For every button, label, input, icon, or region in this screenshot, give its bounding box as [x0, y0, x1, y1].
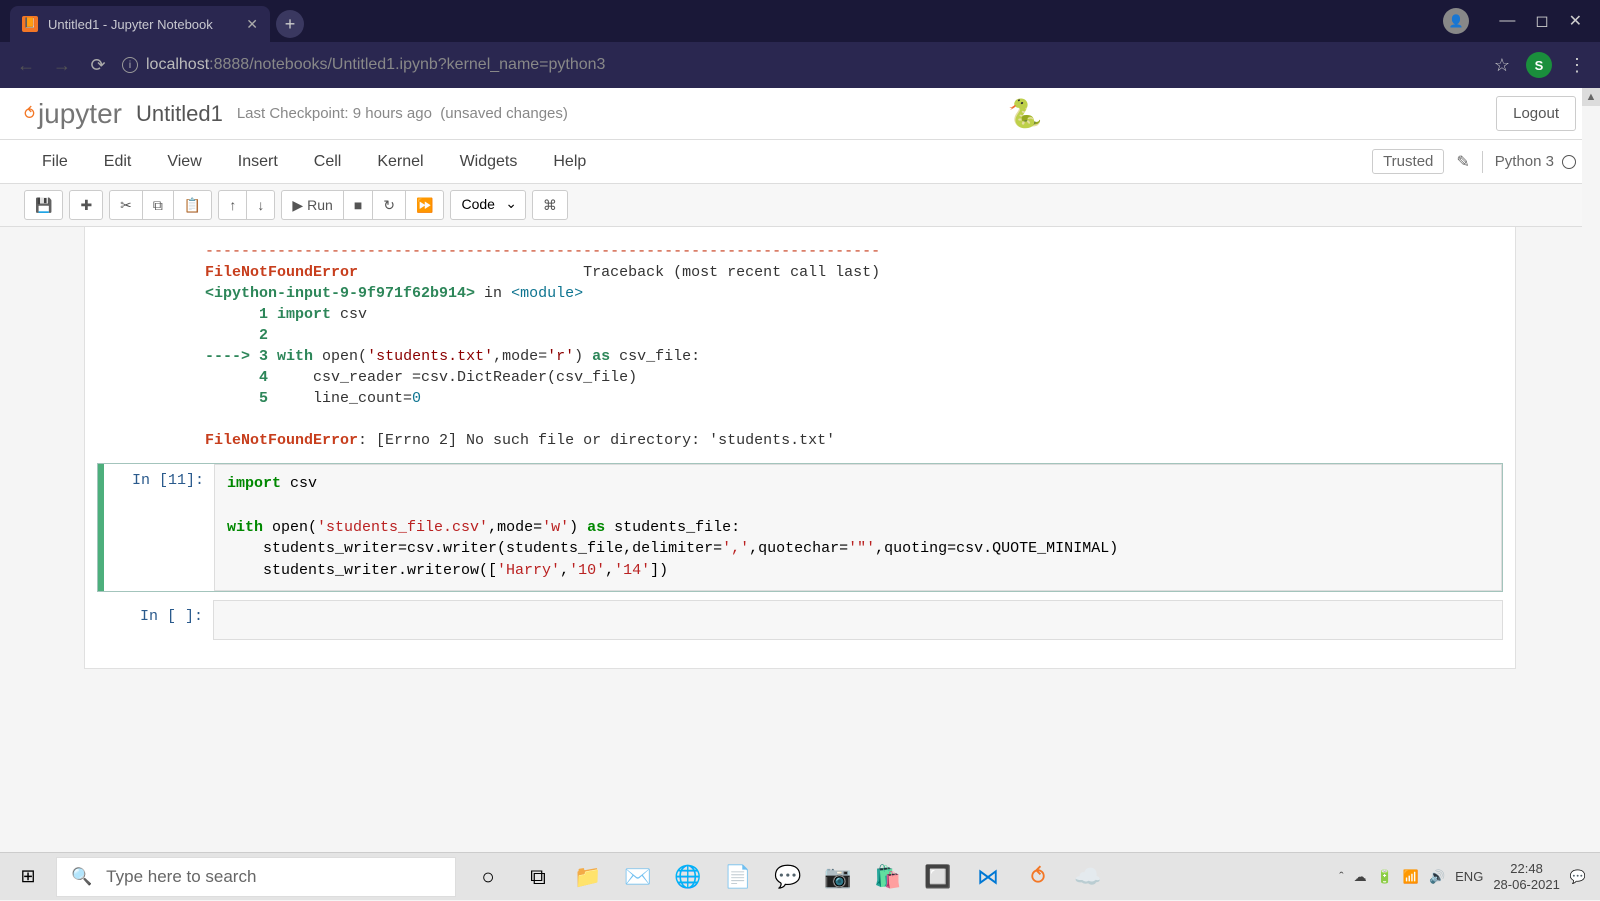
- menu-edit[interactable]: Edit: [86, 153, 150, 171]
- jupyter-logo[interactable]: ⥀ jupyter: [24, 98, 122, 130]
- save-button[interactable]: 💾: [24, 190, 63, 220]
- app-icon[interactable]: 🔲: [916, 855, 960, 899]
- menu-bar: File Edit View Insert Cell Kernel Widget…: [0, 140, 1600, 184]
- menu-cell[interactable]: Cell: [296, 153, 360, 171]
- window-controls: 👤 — ◻ ✕: [1425, 0, 1600, 42]
- file-explorer-icon[interactable]: 📁: [566, 855, 610, 899]
- edit-metadata-icon[interactable]: ✎: [1456, 152, 1469, 172]
- volume-icon[interactable]: 🔊: [1429, 869, 1445, 885]
- weather-icon[interactable]: ☁️: [1066, 855, 1110, 899]
- code-cell-11[interactable]: In [11]: import csv with open('students_…: [97, 463, 1503, 592]
- onedrive-icon[interactable]: ☁: [1354, 869, 1367, 885]
- notebook-area: ----------------------------------------…: [84, 227, 1516, 669]
- wifi-icon[interactable]: 📶: [1403, 869, 1419, 885]
- browser-tab[interactable]: Untitled1 - Jupyter Notebook ✕: [10, 6, 270, 42]
- command-palette-button[interactable]: ⌘: [532, 190, 568, 220]
- url-field[interactable]: i localhost:8888/notebooks/Untitled1.ipy…: [122, 56, 1482, 74]
- camera-icon[interactable]: 📷: [816, 855, 860, 899]
- menu-file[interactable]: File: [24, 153, 86, 171]
- code-input[interactable]: import csv with open('students_file.csv'…: [214, 464, 1502, 591]
- notebook-title[interactable]: Untitled1: [136, 101, 223, 127]
- scrollbar[interactable]: ▲: [1582, 88, 1600, 852]
- address-bar: ← → ⟳ i localhost:8888/notebooks/Untitle…: [0, 42, 1600, 88]
- profile-badge[interactable]: S: [1526, 52, 1552, 78]
- error-output: ----------------------------------------…: [85, 237, 1515, 455]
- clock[interactable]: 22:48 28-06-2021: [1493, 861, 1560, 892]
- jupyter-header: ⥀ jupyter Untitled1 Last Checkpoint: 9 h…: [0, 88, 1600, 140]
- cortana-icon[interactable]: ○: [466, 855, 510, 899]
- new-tab-button[interactable]: +: [276, 10, 304, 38]
- menu-insert[interactable]: Insert: [220, 153, 296, 171]
- vscode-icon[interactable]: ⋈: [966, 855, 1010, 899]
- language-indicator[interactable]: ENG: [1455, 869, 1483, 884]
- bookmark-icon[interactable]: ☆: [1494, 55, 1510, 76]
- close-tab-icon[interactable]: ✕: [246, 16, 258, 33]
- browser-tab-strip: Untitled1 - Jupyter Notebook ✕ + 👤 — ◻ ✕: [0, 0, 1600, 42]
- restart-run-all-button[interactable]: ⏩: [405, 190, 444, 220]
- back-button[interactable]: ←: [14, 55, 38, 76]
- windows-taskbar: ⊞ 🔍 Type here to search ○ ⧉ 📁 ✉️ 🌐 📄 💬 📷…: [0, 852, 1600, 900]
- move-up-button[interactable]: ↑: [218, 190, 246, 220]
- jupyter-favicon: [22, 16, 38, 32]
- search-placeholder: Type here to search: [106, 867, 256, 887]
- battery-icon[interactable]: 🔋: [1377, 869, 1393, 885]
- tab-title: Untitled1 - Jupyter Notebook: [48, 17, 213, 32]
- reload-button[interactable]: ⟳: [86, 55, 110, 76]
- cell-prompt: In [11]:: [104, 464, 214, 591]
- browser-avatar[interactable]: 👤: [1443, 8, 1469, 34]
- copy-button[interactable]: ⧉: [142, 190, 173, 220]
- trusted-indicator[interactable]: Trusted: [1372, 149, 1444, 174]
- toolbar: 💾 ✚ ✂ ⧉ 📋 ↑ ↓ ▶ Run ■ ↻ ⏩ Code ⌘: [0, 184, 1600, 227]
- menu-kernel[interactable]: Kernel: [359, 153, 441, 171]
- run-button[interactable]: ▶ Run: [281, 190, 342, 220]
- store-icon[interactable]: 🛍️: [866, 855, 910, 899]
- cell-type-select[interactable]: Code: [450, 190, 525, 220]
- system-tray: ˆ ☁ 🔋 📶 🔊 ENG 22:48 28-06-2021 💬: [1325, 861, 1600, 892]
- chrome-icon[interactable]: 🌐: [666, 855, 710, 899]
- close-window-button[interactable]: ✕: [1569, 11, 1582, 31]
- url-host: localhost: [146, 56, 209, 73]
- tray-expand-icon[interactable]: ˆ: [1339, 869, 1343, 884]
- kernel-status-icon: [1562, 155, 1576, 169]
- code-input[interactable]: [213, 600, 1503, 640]
- logout-button[interactable]: Logout: [1496, 96, 1576, 131]
- python-logo-icon: 🐍: [1008, 97, 1043, 130]
- maximize-button[interactable]: ◻: [1535, 11, 1548, 31]
- whatsapp-icon[interactable]: 💬: [766, 855, 810, 899]
- insert-cell-button[interactable]: ✚: [69, 190, 103, 220]
- browser-menu-icon[interactable]: ⋮: [1568, 55, 1586, 76]
- site-info-icon[interactable]: i: [122, 57, 138, 73]
- move-down-button[interactable]: ↓: [246, 190, 275, 220]
- start-button[interactable]: ⊞: [0, 853, 56, 901]
- anaconda-icon[interactable]: ⥀: [1016, 855, 1060, 899]
- task-view-icon[interactable]: ⧉: [516, 855, 560, 899]
- menu-help[interactable]: Help: [535, 153, 604, 171]
- taskbar-search[interactable]: 🔍 Type here to search: [56, 857, 456, 897]
- menu-view[interactable]: View: [149, 153, 219, 171]
- scroll-up-icon[interactable]: ▲: [1582, 88, 1600, 106]
- kernel-indicator[interactable]: Python 3: [1495, 153, 1576, 170]
- minimize-button[interactable]: —: [1499, 12, 1515, 30]
- code-cell-empty[interactable]: In [ ]:: [97, 600, 1503, 640]
- cut-button[interactable]: ✂: [109, 190, 142, 220]
- url-port: :8888: [209, 56, 249, 73]
- forward-button[interactable]: →: [50, 55, 74, 76]
- checkpoint-label: Last Checkpoint: 9 hours ago (unsaved ch…: [237, 105, 568, 122]
- acrobat-icon[interactable]: 📄: [716, 855, 760, 899]
- search-icon: 🔍: [71, 867, 92, 887]
- menu-widgets[interactable]: Widgets: [442, 153, 536, 171]
- mail-icon[interactable]: ✉️: [616, 855, 660, 899]
- interrupt-button[interactable]: ■: [343, 190, 372, 220]
- url-path: /notebooks/Untitled1.ipynb?kernel_name=p…: [249, 56, 605, 73]
- cell-prompt: In [ ]:: [103, 600, 213, 640]
- paste-button[interactable]: 📋: [173, 190, 212, 220]
- notifications-icon[interactable]: 💬: [1570, 869, 1586, 885]
- restart-button[interactable]: ↻: [372, 190, 405, 220]
